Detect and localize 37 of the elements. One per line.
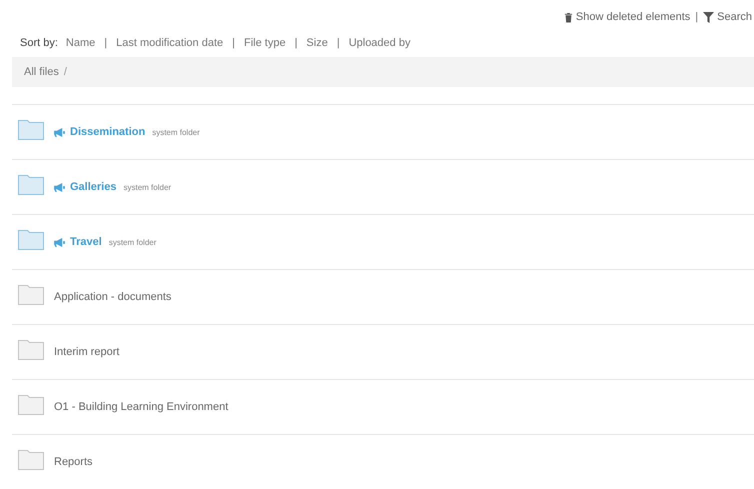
- separator: |: [232, 37, 235, 49]
- search-button[interactable]: Search: [703, 11, 752, 23]
- folder-note: system folder: [108, 238, 156, 246]
- folder-icon[interactable]: [18, 175, 44, 195]
- sort-option[interactable]: Last modification date: [116, 37, 224, 49]
- folder-note: system folder: [123, 182, 172, 192]
- folder-icon[interactable]: [18, 120, 44, 140]
- filter-icon: [703, 12, 714, 22]
- sort-option[interactable]: Size: [306, 37, 328, 49]
- megaphone-icon: [54, 128, 65, 136]
- separator: |: [294, 37, 298, 49]
- folder-icon[interactable]: [18, 450, 44, 470]
- folder-link[interactable]: Galleries: [70, 181, 116, 193]
- megaphone-icon: [54, 238, 65, 246]
- folder-link[interactable]: Reports: [54, 456, 93, 468]
- folder-link[interactable]: Dissemination: [70, 126, 146, 138]
- folder-link[interactable]: Travel: [70, 236, 102, 248]
- breadcrumb-link[interactable]: All files: [24, 66, 59, 78]
- folder-icon[interactable]: [18, 340, 44, 360]
- folder-link[interactable]: Application - documents: [54, 291, 172, 303]
- sort-option[interactable]: Name: [66, 37, 96, 49]
- folder-icon[interactable]: [18, 230, 44, 250]
- breadcrumb-separator: /: [64, 66, 67, 78]
- megaphone-icon: [54, 182, 65, 192]
- folder-link[interactable]: O1 - Building Learning Environment: [54, 401, 228, 413]
- separator: |: [695, 11, 698, 23]
- folder-note: system folder: [152, 128, 200, 136]
- folder-icon[interactable]: [18, 285, 44, 305]
- separator: |: [104, 37, 108, 49]
- sort-option[interactable]: File type: [244, 37, 286, 49]
- separator: |: [336, 37, 340, 49]
- trash-icon: [564, 12, 573, 22]
- sort-label: Sort by:: [20, 37, 58, 49]
- sort-option[interactable]: Uploaded by: [348, 37, 410, 49]
- folder-icon[interactable]: [18, 395, 44, 415]
- folder-link[interactable]: Interim report: [54, 346, 120, 358]
- show-deleted-button[interactable]: Show deleted elements: [564, 11, 690, 23]
